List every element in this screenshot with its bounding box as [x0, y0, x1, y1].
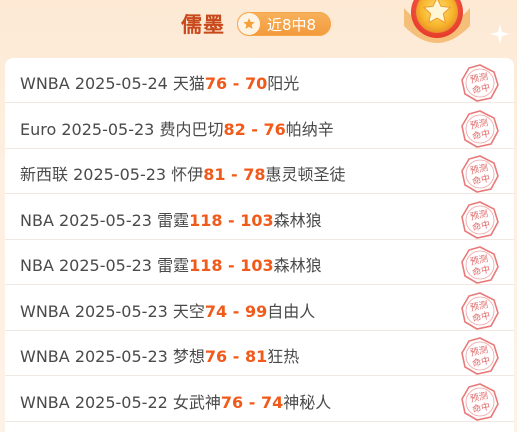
match-row[interactable]: WNBA 2025-05-23 天空74 - 99自由人 预测 命中 — [5, 286, 514, 331]
away-score: 78 — [243, 165, 266, 184]
gold-medal-star-icon — [404, 0, 470, 43]
away-score: 103 — [240, 210, 274, 230]
match-date: 2025-05-23 — [58, 210, 152, 230]
away-score: 81 — [244, 347, 268, 366]
away-team: 森林狼 — [273, 256, 322, 275]
match-date: 2025-05-23 — [73, 165, 167, 184]
match-league: 新西联 — [20, 165, 69, 184]
hit-stamp-icon: 预测命中 — [461, 200, 499, 239]
home-team: 费内巴切 — [159, 119, 224, 139]
away-team: 惠灵顿圣徒 — [265, 165, 346, 184]
match-date: 2025-05-23 — [74, 347, 168, 366]
away-score: 99 — [244, 301, 268, 321]
match-list: WNBA 2025-05-24 天猫76 - 70阳光 预测 命中 Euro 2025… — [5, 58, 514, 432]
hit-stamp-icon: 预测命中 — [461, 109, 499, 148]
home-score: 118 — [189, 210, 223, 230]
score-separator: - — [222, 210, 241, 230]
match-text: WNBA 2025-05-23 天空74 - 99自由人 — [20, 298, 315, 322]
match-date: 2025-05-23 — [61, 119, 155, 139]
score-separator: - — [225, 165, 244, 184]
match-row[interactable]: WNBA 2025-05-22 女武神76 - 74神秘人 预测 命中 — [5, 377, 514, 422]
match-league: NBA — [20, 256, 54, 275]
match-date: 2025-05-24 — [74, 74, 168, 93]
match-date: 2025-05-23 — [74, 301, 168, 321]
match-league: WNBA — [20, 74, 70, 93]
match-date: 2025-05-22 — [74, 392, 168, 412]
score-separator: - — [227, 74, 245, 93]
home-score: 76 — [220, 392, 244, 412]
score-separator: - — [227, 301, 245, 321]
expert-header: 儒墨 近8中8 — [0, 0, 517, 52]
match-text: NBA 2025-05-23 雷霆118 - 103森林狼 — [20, 252, 322, 276]
match-text: NBA 2025-05-23 雷霆118 - 103森林狼 — [20, 207, 322, 231]
home-team: 雷霆 — [157, 256, 190, 275]
hit-stamp-icon: 预测命中 — [461, 64, 499, 102]
home-team: 天猫 — [172, 74, 205, 93]
home-team: 怀伊 — [171, 165, 204, 184]
record-badge: 近8中8 — [237, 12, 331, 36]
match-date: 2025-05-23 — [58, 256, 152, 275]
match-row[interactable]: WNBA 2025-05-23 梦想76 - 81狂热 预测 命中 — [5, 331, 514, 376]
score-separator: - — [245, 119, 264, 139]
home-score: 118 — [189, 256, 223, 275]
expert-name[interactable]: 儒墨 — [181, 9, 225, 39]
away-team: 狂热 — [267, 347, 300, 366]
score-separator: - — [222, 256, 241, 275]
match-league: WNBA — [20, 347, 70, 366]
home-team: 天空 — [172, 301, 205, 321]
away-team: 自由人 — [267, 301, 316, 321]
score-separator: - — [243, 392, 261, 412]
match-row[interactable]: NBA 2025-05-23 雷霆118 - 103森林狼 预测 命中 — [5, 240, 514, 285]
hit-stamp-icon: 预测命中 — [461, 382, 499, 421]
match-row[interactable]: 新西联 2025-05-23 怀伊81 - 78惠灵顿圣徒 预测 命中 — [5, 149, 514, 194]
home-team: 女武神 — [172, 392, 221, 412]
match-text: WNBA 2025-05-23 梦想76 - 81狂热 — [20, 343, 299, 367]
away-score: 74 — [260, 392, 284, 412]
away-team: 神秘人 — [283, 392, 332, 412]
match-text: 新西联 2025-05-23 怀伊81 - 78惠灵顿圣徒 — [20, 161, 346, 185]
match-league: WNBA — [20, 301, 70, 321]
match-row[interactable]: Euro 2025-05-23 费内巴切82 - 76帕纳辛 预测 命中 — [5, 104, 514, 149]
away-score: 76 — [263, 119, 286, 139]
home-score: 81 — [203, 165, 226, 184]
score-separator: - — [227, 347, 245, 366]
hit-stamp-icon: 预测命中 — [461, 246, 499, 284]
away-team: 帕纳辛 — [285, 119, 334, 139]
away-team: 阳光 — [267, 74, 300, 93]
sparkle-icon — [490, 24, 510, 44]
hit-stamp-icon: 预测命中 — [461, 291, 499, 330]
match-league: NBA — [20, 210, 54, 230]
match-text: Euro 2025-05-23 费内巴切82 - 76帕纳辛 — [20, 116, 334, 140]
home-team: 梦想 — [172, 347, 205, 366]
home-score: 76 — [204, 74, 228, 93]
hit-stamp-icon: 预测命中 — [461, 337, 499, 375]
away-score: 103 — [240, 256, 274, 275]
match-league: WNBA — [20, 392, 70, 412]
record-text: 近8中8 — [267, 16, 317, 34]
home-team: 雷霆 — [157, 210, 190, 230]
match-row[interactable]: WNBA 2025-05-24 天猫76 - 70阳光 预测 命中 — [5, 58, 514, 103]
hit-stamp-icon: 预测命中 — [461, 155, 499, 193]
match-text: WNBA 2025-05-24 天猫76 - 70阳光 — [20, 70, 299, 94]
star-icon — [238, 13, 260, 35]
home-score: 74 — [204, 301, 228, 321]
away-team: 森林狼 — [273, 210, 322, 230]
match-league: Euro — [20, 119, 57, 139]
away-score: 70 — [244, 74, 268, 93]
home-score: 76 — [204, 347, 228, 366]
match-text: WNBA 2025-05-22 女武神76 - 74神秘人 — [20, 389, 331, 413]
match-row[interactable]: NBA 2025-05-23 雷霆118 - 103森林狼 预测 命中 — [5, 195, 514, 240]
home-score: 82 — [223, 119, 246, 139]
